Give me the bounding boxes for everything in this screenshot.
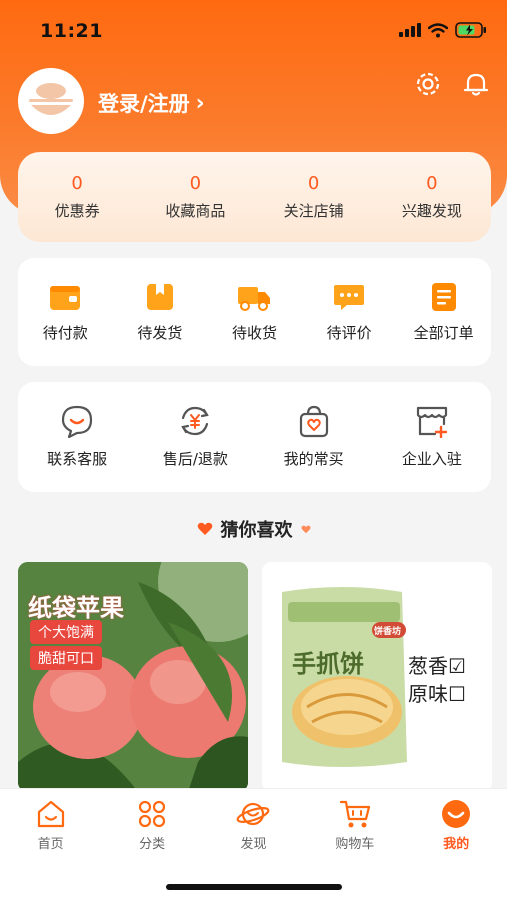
stat-value: 0 bbox=[426, 173, 438, 194]
avatar-icon bbox=[29, 83, 73, 115]
heart-icon bbox=[197, 522, 212, 535]
service-label: 企业入驻 bbox=[401, 450, 462, 468]
stat-value: 0 bbox=[189, 173, 202, 194]
tab-label: 我的 bbox=[443, 837, 470, 852]
stat-label: 关注店铺 bbox=[283, 202, 344, 220]
login-label: 登录/注册 bbox=[98, 92, 190, 116]
product-tag: 个大饱满 bbox=[30, 620, 102, 644]
service-after-sales[interactable]: 售后/退款 bbox=[150, 404, 240, 492]
product-card-apple[interactable]: 纸袋苹果 个大饱满 脆甜可口 bbox=[18, 562, 248, 792]
order-pending-review[interactable]: 待评价 bbox=[304, 282, 394, 366]
stat-followed-shops[interactable]: 0 关注店铺 bbox=[259, 173, 369, 221]
heart-icon bbox=[300, 525, 311, 533]
battery-icon bbox=[455, 22, 486, 38]
category-icon bbox=[138, 800, 166, 828]
section-title: 猜你喜欢 bbox=[220, 520, 293, 541]
tab-home[interactable]: 首页 bbox=[11, 799, 91, 852]
product-title: 纸袋苹果 bbox=[28, 594, 124, 622]
bell-icon[interactable] bbox=[462, 70, 490, 98]
chat-icon bbox=[62, 405, 93, 438]
store-icon bbox=[416, 406, 448, 438]
order-pending-shipment[interactable]: 待发货 bbox=[115, 282, 205, 366]
stat-favorites[interactable]: 0 收藏商品 bbox=[140, 173, 250, 221]
flavor-option: 葱香☑ bbox=[408, 654, 466, 678]
order-label: 待付款 bbox=[42, 324, 88, 342]
home-icon bbox=[37, 800, 64, 828]
order-label: 全部订单 bbox=[413, 324, 474, 342]
document-icon bbox=[431, 283, 456, 311]
tab-label: 首页 bbox=[37, 837, 64, 852]
stat-label: 收藏商品 bbox=[165, 202, 226, 220]
service-label: 售后/退款 bbox=[162, 450, 228, 468]
service-enterprise-join[interactable]: 企业入驻 bbox=[387, 404, 477, 492]
package-icon bbox=[146, 284, 173, 310]
login-register-link[interactable]: 登录/注册 › bbox=[98, 88, 205, 118]
stat-value: 0 bbox=[71, 173, 83, 194]
tab-label: 分类 bbox=[139, 837, 166, 852]
tab-profile[interactable]: 我的 bbox=[416, 799, 496, 852]
product-tag: 脆甜可口 bbox=[30, 646, 102, 670]
avatar[interactable] bbox=[18, 68, 84, 134]
status-icons bbox=[399, 22, 487, 38]
product-card-pancake[interactable]: 手抓饼 饼香坊 葱香☑ 原味☐ bbox=[262, 562, 492, 792]
service-label: 联系客服 bbox=[47, 450, 108, 468]
home-indicator bbox=[166, 884, 342, 890]
status-time: 11:21 bbox=[40, 20, 103, 42]
order-label: 待收货 bbox=[231, 324, 277, 342]
order-label: 待评价 bbox=[326, 324, 372, 342]
tab-discover[interactable]: 发现 bbox=[213, 799, 293, 852]
order-pending-payment[interactable]: 待付款 bbox=[20, 282, 110, 366]
shopping-bag-icon bbox=[299, 405, 328, 438]
gear-icon[interactable] bbox=[414, 70, 442, 98]
comment-icon bbox=[334, 285, 365, 310]
package-brand: 饼香坊 bbox=[374, 627, 402, 637]
package-title: 手抓饼 bbox=[292, 650, 364, 678]
signal-icon bbox=[399, 23, 421, 37]
wallet-icon bbox=[50, 286, 81, 310]
stat-interests[interactable]: 0 兴趣发现 bbox=[377, 173, 487, 221]
services-card: 联系客服 售后/退款 我的常买 企业入驻 bbox=[18, 382, 491, 492]
status-bar: 11:21 bbox=[0, 0, 507, 60]
service-customer-support[interactable]: 联系客服 bbox=[32, 404, 122, 492]
tab-label: 发现 bbox=[240, 837, 267, 852]
service-frequent-buys[interactable]: 我的常买 bbox=[269, 404, 359, 492]
order-all[interactable]: 全部订单 bbox=[399, 282, 489, 366]
order-pending-receipt[interactable]: 待收货 bbox=[209, 282, 299, 366]
stat-label: 优惠券 bbox=[54, 202, 100, 220]
wifi-icon bbox=[428, 22, 448, 37]
planet-icon bbox=[237, 802, 270, 826]
refund-icon bbox=[181, 406, 210, 436]
orders-card: 待付款 待发货 待收货 待评价 全部订单 bbox=[18, 258, 491, 366]
tab-label: 购物车 bbox=[335, 837, 375, 852]
chevron-right-icon: › bbox=[195, 90, 205, 116]
tab-cart[interactable]: 购物车 bbox=[315, 799, 395, 852]
tab-category[interactable]: 分类 bbox=[112, 799, 192, 852]
stats-card: 0 优惠券 0 收藏商品 0 关注店铺 0 兴趣发现 bbox=[18, 152, 491, 242]
stat-coupons[interactable]: 0 优惠券 bbox=[22, 173, 132, 221]
flavor-option: 原味☐ bbox=[408, 682, 466, 706]
profile-icon bbox=[442, 800, 471, 828]
stat-value: 0 bbox=[307, 173, 320, 194]
stat-label: 兴趣发现 bbox=[401, 202, 462, 220]
service-label: 我的常买 bbox=[283, 450, 344, 468]
section-header: 猜你喜欢 bbox=[0, 516, 507, 542]
order-label: 待发货 bbox=[137, 324, 183, 342]
truck-icon bbox=[238, 287, 271, 311]
cart-icon bbox=[339, 800, 370, 828]
